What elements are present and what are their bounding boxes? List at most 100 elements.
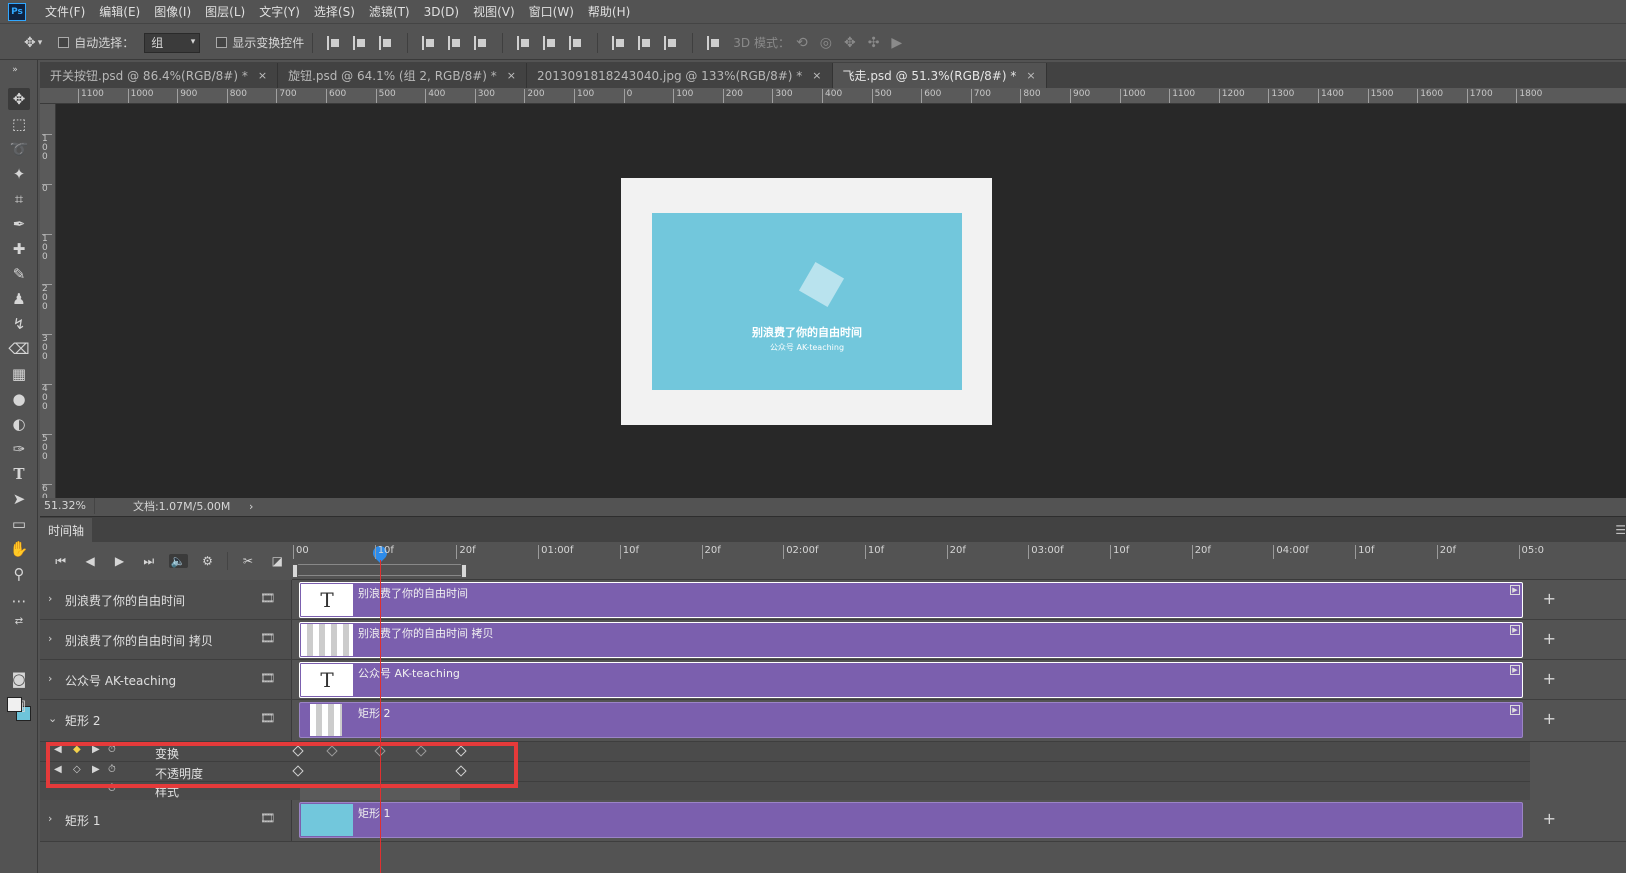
add-media-icon[interactable]: + bbox=[1543, 589, 1556, 608]
menu-edit[interactable]: 编辑(E) bbox=[92, 3, 147, 20]
align-left-icon[interactable] bbox=[422, 35, 436, 50]
3d-camera-icon[interactable]: ▶ bbox=[891, 35, 902, 51]
clip-end-icon[interactable]: ▶ bbox=[1510, 665, 1520, 675]
menu-layer[interactable]: 图层(L) bbox=[198, 3, 252, 20]
swap-colors-icon[interactable]: ⇄ bbox=[8, 614, 30, 628]
close-icon[interactable]: × bbox=[258, 69, 267, 82]
tab-switch-button-psd[interactable]: 开关按钮.psd @ 86.4%(RGB/8#) * × bbox=[40, 63, 279, 88]
layer-clip[interactable]: 矩形 2 ▶ bbox=[299, 702, 1523, 738]
clip-end-icon[interactable]: ▶ bbox=[1510, 585, 1520, 595]
chevron-down-icon[interactable]: ⌄ bbox=[48, 712, 57, 725]
brush-tool-icon[interactable]: ✎ bbox=[8, 263, 30, 285]
clip-end-icon[interactable]: ▶ bbox=[1510, 625, 1520, 635]
crop-tool-icon[interactable]: ⌗ bbox=[8, 188, 30, 210]
layer-clip[interactable]: 矩形 1 bbox=[299, 802, 1523, 838]
chevron-right-icon[interactable]: › bbox=[48, 592, 52, 605]
track-row[interactable]: › 矩形 1 🎞 矩形 1 + bbox=[40, 800, 1626, 842]
zoom-tool-icon[interactable]: ⚲ bbox=[8, 563, 30, 585]
align-top-icon[interactable] bbox=[327, 35, 341, 50]
film-strip-icon[interactable]: 🎞 bbox=[260, 671, 275, 685]
track-row[interactable]: › 别浪费了你的自由时间 🎞 T 别浪费了你的自由时间 ▶ + bbox=[40, 580, 1626, 620]
distribute-top-icon[interactable] bbox=[517, 35, 531, 50]
align-bottom-icon[interactable] bbox=[379, 35, 393, 50]
track-row[interactable]: › 别浪费了你的自由时间 拷贝 🎞 别浪费了你的自由时间 拷贝 ▶ + bbox=[40, 620, 1626, 660]
blur-tool-icon[interactable]: ● bbox=[8, 388, 30, 410]
history-brush-icon[interactable]: ↯ bbox=[8, 313, 30, 335]
transition-icon[interactable]: ◪ bbox=[268, 554, 287, 568]
menu-view[interactable]: 视图(V) bbox=[466, 3, 522, 20]
menu-image[interactable]: 图像(I) bbox=[147, 3, 198, 20]
align-hcenter-icon[interactable] bbox=[448, 35, 462, 50]
layer-clip[interactable]: T 公众号 AK-teaching ▶ bbox=[299, 662, 1523, 698]
settings-gear-icon[interactable]: ⚙ bbox=[198, 554, 217, 568]
work-area-start-handle[interactable] bbox=[292, 564, 298, 578]
tab-fly-away-psd[interactable]: 飞走.psd @ 51.3%(RGB/8#) * × bbox=[832, 63, 1047, 88]
film-strip-icon[interactable]: 🎞 bbox=[260, 811, 275, 825]
play-icon[interactable]: ▶ bbox=[110, 554, 129, 568]
rectangle-tool-icon[interactable]: ▭ bbox=[8, 513, 30, 535]
gradient-tool-icon[interactable]: ▦ bbox=[8, 363, 30, 385]
distribute-left-icon[interactable] bbox=[612, 35, 626, 50]
close-icon[interactable]: × bbox=[507, 69, 516, 82]
track-row-expanded[interactable]: ⌄ 矩形 2 🎞 矩形 2 ▶ + bbox=[40, 700, 1626, 742]
film-strip-icon[interactable]: 🎞 bbox=[260, 631, 275, 645]
tab-timeline[interactable]: 时间轴 bbox=[40, 518, 93, 543]
timeline-ruler[interactable]: 00 10f 20f 01:00f 10f 20f 02:00f 10f 20f 03:00f 10… bbox=[292, 542, 1626, 580]
menu-filter[interactable]: 滤镜(T) bbox=[362, 3, 417, 20]
menu-window[interactable]: 窗口(W) bbox=[522, 3, 581, 20]
foreground-color-swatch[interactable] bbox=[7, 697, 22, 712]
menu-3d[interactable]: 3D(D) bbox=[417, 5, 466, 19]
zoom-level[interactable]: 51.32% bbox=[40, 498, 95, 514]
menu-type[interactable]: 文字(Y) bbox=[252, 3, 307, 20]
auto-select-checkbox[interactable] bbox=[58, 37, 70, 48]
work-area-end-handle[interactable] bbox=[461, 564, 467, 578]
menu-help[interactable]: 帮助(H) bbox=[581, 3, 637, 20]
auto-select-dropdown[interactable]: 组 ▾ bbox=[144, 32, 201, 53]
chevron-right-icon[interactable]: › bbox=[48, 812, 52, 825]
quick-mask-icon[interactable]: ◙ bbox=[8, 668, 30, 690]
show-transform-checkbox[interactable] bbox=[216, 37, 228, 48]
film-strip-icon[interactable]: 🎞 bbox=[260, 711, 275, 725]
3d-pan-icon[interactable]: ✥ bbox=[844, 35, 856, 51]
previous-frame-icon[interactable]: ◀ bbox=[80, 554, 99, 568]
chevron-down-icon[interactable]: ▾ bbox=[38, 38, 43, 48]
chevron-right-icon[interactable]: › bbox=[245, 500, 253, 513]
align-right-icon[interactable] bbox=[474, 35, 488, 50]
distribute-vcenter-icon[interactable] bbox=[543, 35, 557, 50]
marquee-tool-icon[interactable]: ⬚ bbox=[8, 113, 30, 135]
track-row[interactable]: › 公众号 AK-teaching 🎞 T 公众号 AK-teaching ▶ … bbox=[40, 660, 1626, 700]
add-media-icon[interactable]: + bbox=[1543, 669, 1556, 688]
hand-tool-icon[interactable]: ✋ bbox=[8, 538, 30, 560]
auto-align-icon[interactable] bbox=[707, 35, 721, 50]
chevron-right-icon[interactable]: › bbox=[48, 672, 52, 685]
next-frame-icon[interactable]: ⏭ bbox=[139, 554, 158, 569]
eyedropper-icon[interactable]: ✒ bbox=[8, 213, 30, 235]
menu-file[interactable]: 文件(F) bbox=[38, 3, 92, 20]
layer-clip[interactable]: 别浪费了你的自由时间 拷贝 ▶ bbox=[299, 622, 1523, 658]
split-scissors-icon[interactable]: ✂ bbox=[238, 554, 257, 568]
menu-select[interactable]: 选择(S) bbox=[307, 3, 362, 20]
3d-slide-icon[interactable]: ✣ bbox=[868, 35, 880, 51]
vertical-ruler[interactable]: 1000100200300400500600 bbox=[40, 104, 56, 512]
tab-jpg[interactable]: 2013091818243040.jpg @ 133%(RGB/8#) * × bbox=[527, 63, 833, 88]
more-tools-icon[interactable]: ⋯ bbox=[8, 590, 30, 612]
go-to-first-frame-icon[interactable]: ⏮ bbox=[51, 554, 70, 569]
clip-end-icon[interactable]: ▶ bbox=[1510, 705, 1520, 715]
distribute-bottom-icon[interactable] bbox=[569, 35, 583, 50]
canvas-area[interactable]: 别浪费了你的自由时间 公众号 AK-teaching bbox=[56, 104, 1626, 498]
pen-tool-icon[interactable]: ✑ bbox=[8, 438, 30, 460]
film-strip-icon[interactable]: 🎞 bbox=[260, 591, 275, 605]
move-tool-icon[interactable]: ✥ bbox=[8, 88, 30, 110]
close-icon[interactable]: × bbox=[1026, 69, 1035, 82]
add-media-icon[interactable]: + bbox=[1543, 629, 1556, 648]
chevron-right-icon[interactable]: › bbox=[48, 632, 52, 645]
eraser-tool-icon[interactable]: ⌫ bbox=[8, 338, 30, 360]
tab-knob-psd[interactable]: 旋钮.psd @ 64.1% (组 2, RGB/8#) * × bbox=[278, 63, 528, 88]
panel-menu-icon[interactable]: ☰ bbox=[1615, 523, 1626, 537]
document-canvas[interactable]: 别浪费了你的自由时间 公众号 AK-teaching bbox=[621, 178, 992, 425]
type-tool-icon[interactable]: T bbox=[8, 463, 30, 485]
layer-clip[interactable]: T 别浪费了你的自由时间 ▶ bbox=[299, 582, 1523, 618]
collapse-icon[interactable]: » bbox=[4, 64, 26, 76]
horizontal-ruler[interactable]: 1100 1000 900 800 700 600 500 400 300 200 100 0 100 2… bbox=[40, 88, 1626, 104]
align-vcenter-icon[interactable] bbox=[353, 35, 367, 50]
